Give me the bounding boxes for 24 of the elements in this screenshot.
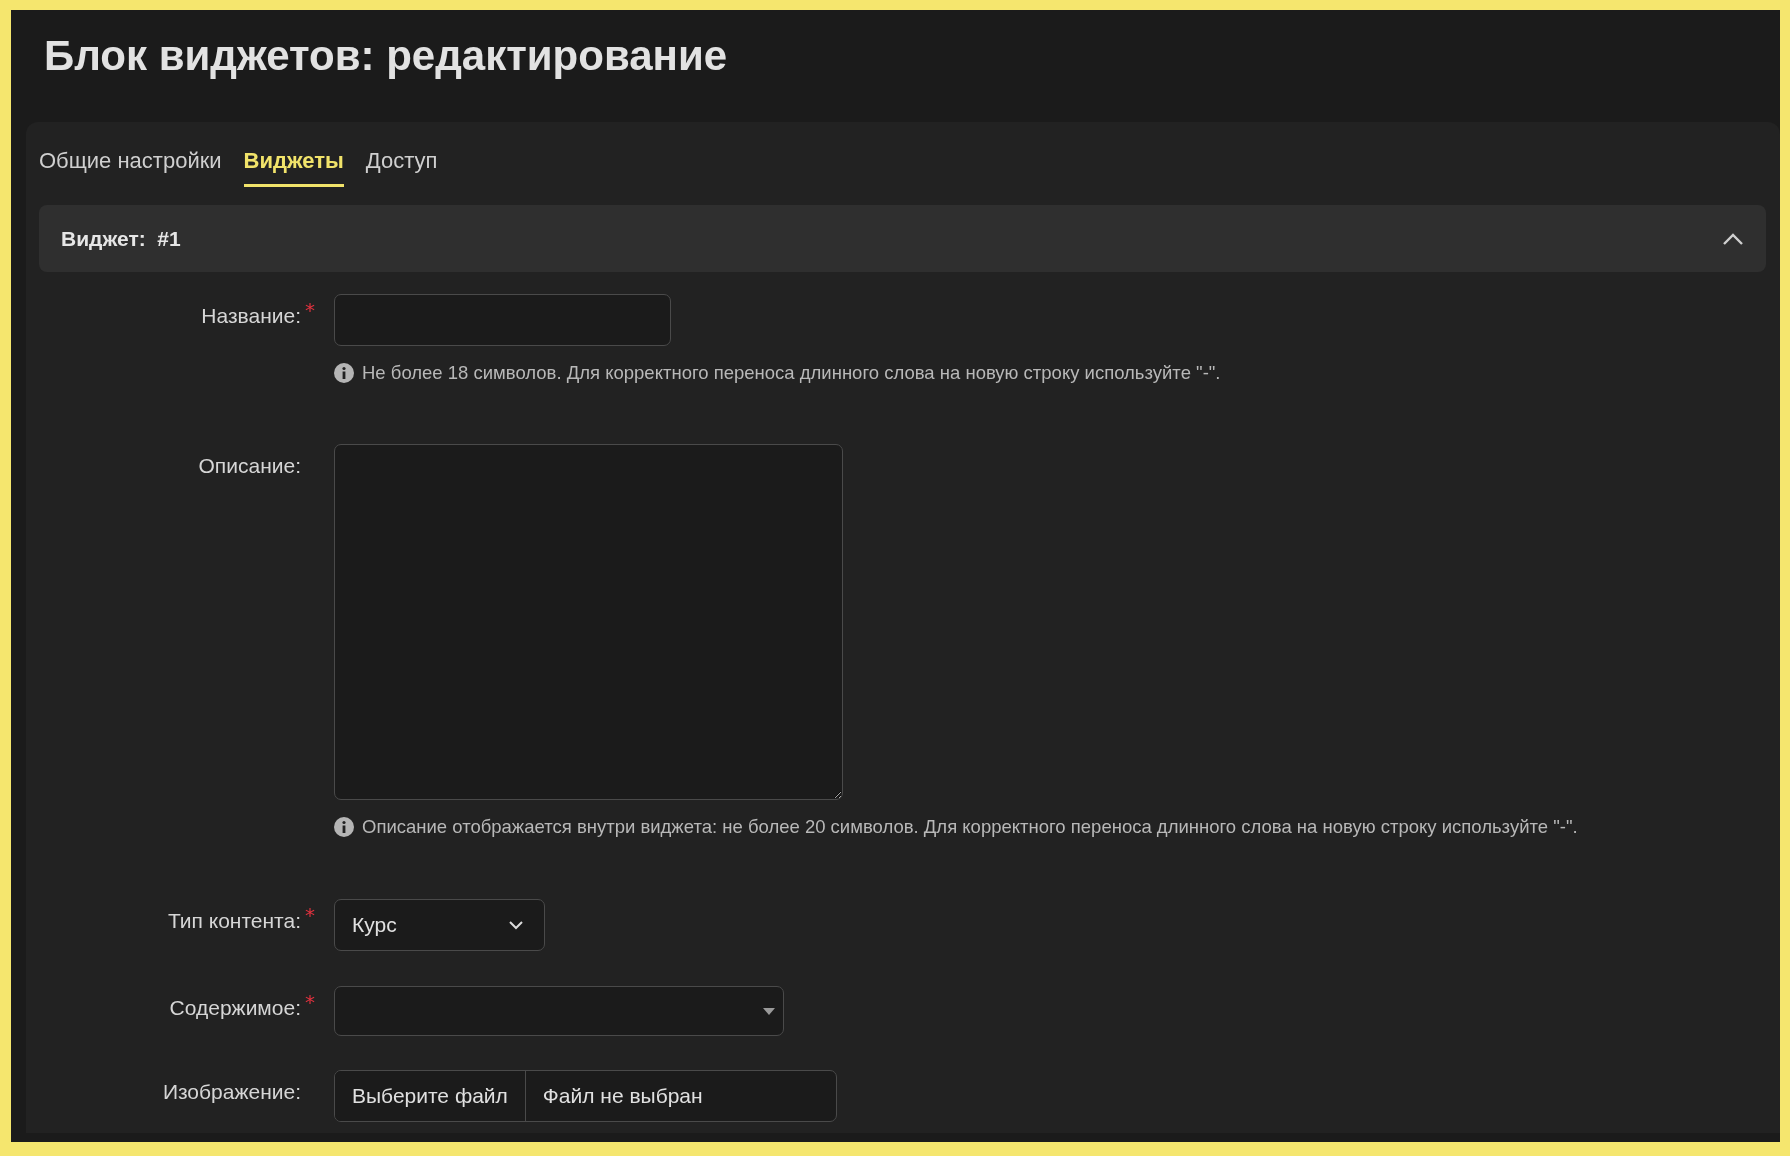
field-label: Изображение: [162,1080,301,1104]
tab[interactable]: Общие настройки [39,142,222,187]
field-label: Тип контента: [167,909,301,933]
field-label: Описание: [198,454,301,478]
hint-text: Описание отображается внутри виджета: не более 20 символов. Для корректного переноса длинного слова на новую строку используйте "-". [362,816,1578,838]
required-mark: * [304,298,316,316]
info-icon [334,817,354,837]
tab[interactable]: Доступ [365,142,438,187]
required-mark: * [304,990,316,1008]
text-input-field[interactable] [334,294,671,346]
page-title: Блок виджетов: редактирование [43,31,729,81]
field-label: Содержимое: [169,996,301,1020]
info-icon [334,363,354,383]
chevron-up-icon [1722,231,1744,246]
dropdown-triangle-icon [763,1007,775,1015]
widget-header[interactable]: Виджет: #1 [39,205,1766,272]
required-mark: * [304,903,316,921]
content-combobox[interactable] [334,986,784,1036]
tab[interactable]: Виджеты [243,142,344,187]
hint-text: Не более 18 символов. Для корректного переноса длинного слова на новую строку используйте "-". [362,362,1221,384]
content-type-dropdown[interactable]: Курс [334,899,545,951]
widget-title: Виджет: #1 [61,226,181,251]
chevron-down-icon [508,920,524,930]
field-label: Название: [201,304,301,328]
